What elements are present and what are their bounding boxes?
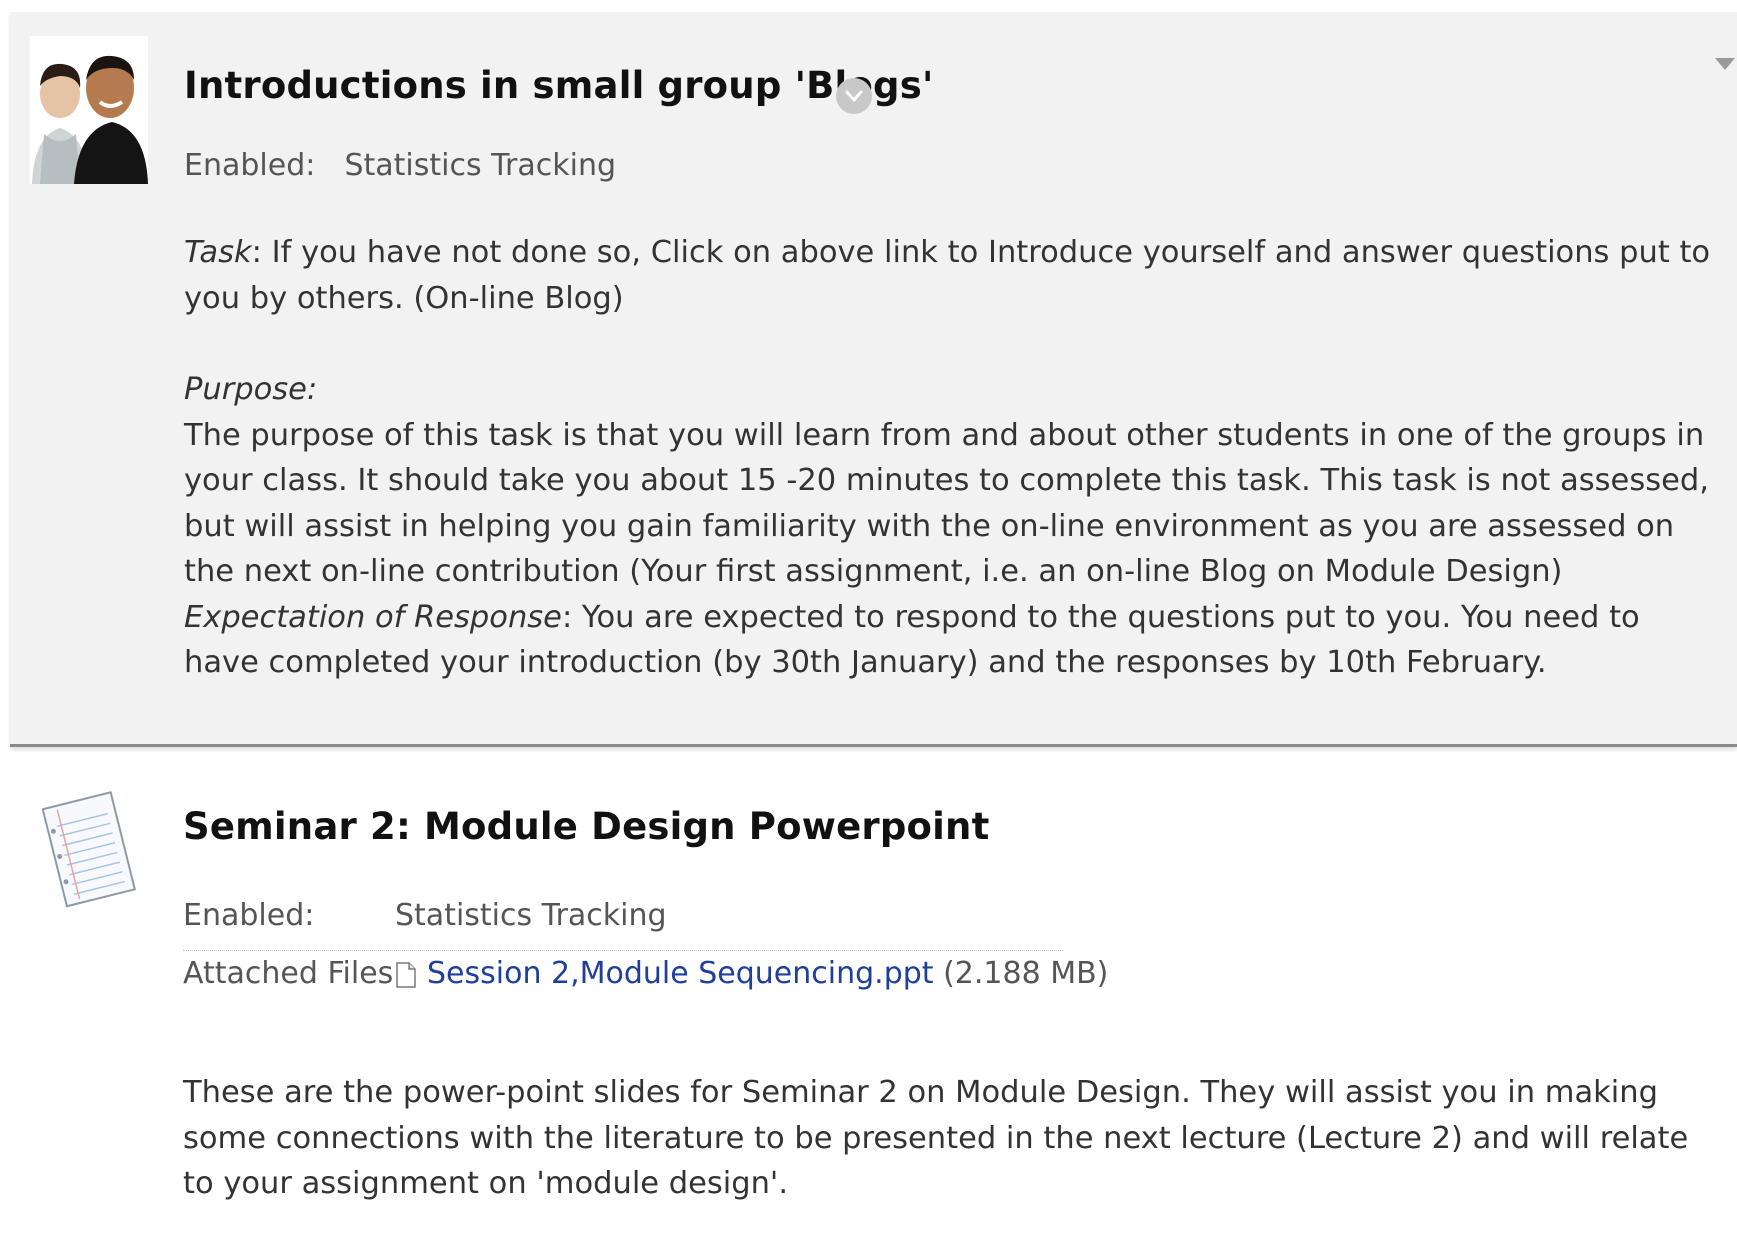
enabled-value: Statistics Tracking — [395, 898, 667, 933]
attached-files-row: Attached Files: Session 2,Module Sequenc… — [183, 956, 1108, 1008]
description-paragraph: These are the power-point slides for Sem… — [183, 1075, 1689, 1201]
enabled-value: Statistics Tracking — [344, 148, 617, 183]
task-text: : If you have not done so, Click on abov… — [184, 235, 1711, 316]
item-title-link[interactable]: Introductions in small group 'Blogs' — [184, 64, 933, 107]
content-page: Introductions in small group 'Blogs' Ena… — [0, 0, 1737, 1241]
purpose-paragraph: Purpose: The purpose of this task is tha… — [184, 367, 1714, 686]
enabled-tracking-row: Enabled: Statistics Tracking — [183, 898, 1063, 951]
purpose-label: Purpose: — [184, 372, 318, 407]
purpose-text: The purpose of this task is that you wil… — [184, 417, 1709, 590]
item-title: Seminar 2: Module Design Powerpoint — [183, 805, 990, 848]
task-paragraph: Task: If you have not done so, Click on … — [184, 230, 1714, 321]
avatar-image — [30, 36, 148, 184]
document-icon — [41, 785, 138, 915]
menu-arrow-icon[interactable] — [1713, 52, 1737, 76]
task-label: Task — [184, 235, 252, 270]
enabled-label: Enabled: — [183, 898, 315, 933]
options-chevron-icon[interactable] — [836, 78, 872, 114]
enabled-tracking-row: Enabled: Statistics Tracking — [184, 148, 616, 183]
attached-file: Session 2,Module Sequencing.ppt (2.188 M… — [395, 956, 1108, 997]
file-size: (2.188 MB) — [943, 956, 1109, 991]
attached-file-link[interactable]: Session 2,Module Sequencing.ppt — [427, 956, 934, 991]
attached-files-label: Attached Files: — [183, 956, 404, 991]
content-item-blogs: Introductions in small group 'Blogs' Ena… — [10, 12, 1737, 747]
expectation-label: Expectation of Response — [184, 599, 562, 635]
enabled-label: Enabled: — [184, 148, 316, 183]
file-icon — [395, 961, 417, 997]
